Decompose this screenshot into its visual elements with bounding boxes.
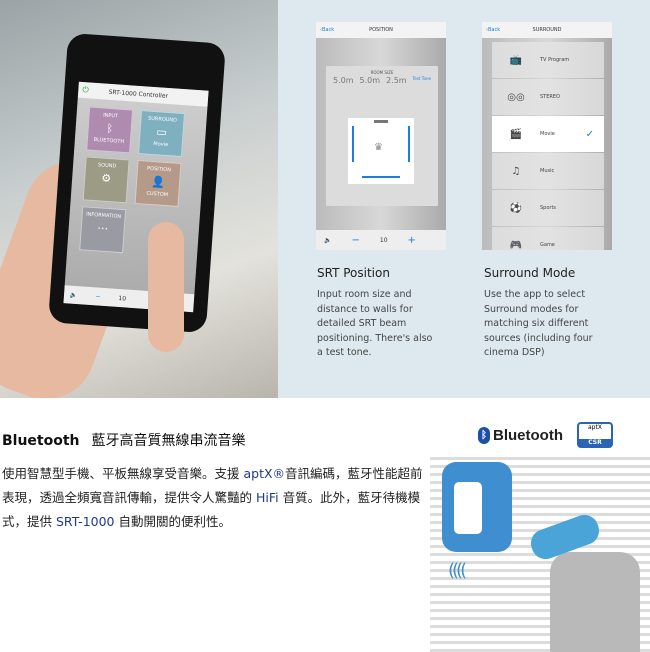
bluetooth-streaming-illustration: ((((	[430, 452, 650, 652]
caption-position: SRT Position Input room size and distanc…	[317, 266, 437, 361]
caption-title: Surround Mode	[484, 266, 576, 280]
volume-up-button[interactable]: +	[408, 235, 416, 246]
tv-icon: 📺	[509, 54, 523, 66]
clapper-icon: ▭	[155, 125, 168, 139]
gear-speaker-icon: ⚙	[100, 171, 112, 186]
mode-stereo[interactable]: ◎◎ STEREO	[492, 79, 604, 115]
screen-title: SURROUND	[532, 27, 562, 33]
section-title: Bluetooth 藍牙高音質無線串流音樂	[2, 433, 246, 449]
soccer-ball-icon: ⚽	[509, 202, 523, 214]
bluetooth-logo: ᛒ Bluetooth	[478, 426, 563, 444]
room-size-panel: ROOM SIZE 5.0m 5.0m 2.5m Test Tone ♛	[326, 66, 438, 206]
power-icon[interactable]: ⏻	[82, 85, 89, 95]
caption-surround: Surround Mode Use the app to select Surr…	[484, 266, 604, 361]
app-title: SRT-1000 Controller	[108, 88, 169, 100]
mode-sports[interactable]: ⚽ Sports	[492, 190, 604, 226]
screen-title: POSITION	[369, 27, 393, 33]
bluetooth-icon: ᛒ	[105, 121, 114, 136]
listener-icon: ♛	[374, 142, 383, 153]
back-button[interactable]: ‹Back	[320, 27, 360, 33]
section-body: 使用智慧型手機、平板無線享受音樂。支援 aptX®音訊編碼，藍牙性能超前表現，透…	[2, 466, 423, 529]
mode-game[interactable]: 🎮 Game	[492, 227, 604, 250]
finger	[148, 222, 184, 352]
caption-text: Use the app to select Surround modes for…	[484, 289, 593, 358]
logos: ᛒ Bluetooth aptX CSR	[478, 422, 613, 448]
speaker-icon: 🔈	[69, 291, 78, 299]
volume-down-button[interactable]: −	[351, 235, 359, 246]
speakers-icon: ◎◎	[507, 91, 525, 103]
room-height[interactable]: 2.5m	[386, 76, 407, 85]
volume-down-button[interactable]: −	[95, 293, 101, 300]
room-diagram[interactable]: ♛	[348, 118, 414, 184]
signal-waves-icon: ((((	[448, 560, 467, 581]
room-depth[interactable]: 5.0m	[360, 76, 381, 85]
mode-movie[interactable]: 🎬 Movie ✓	[492, 116, 604, 152]
tile-position[interactable]: POSITION 👤 CUSTOM	[134, 159, 182, 207]
gamepad-icon: 🎮	[509, 239, 523, 251]
bluetooth-icon: ᛒ	[478, 426, 490, 444]
caption-text: Input room size and distance to walls fo…	[317, 289, 433, 358]
music-icon: ♫	[511, 165, 521, 177]
hand-holding-phone-photo: ⏻ SRT-1000 Controller INPUT ᛒ BLUETOOTH SUR…	[0, 0, 278, 398]
mode-tv-program[interactable]: 📺 TV Program	[492, 42, 604, 78]
back-button[interactable]: ‹Back	[486, 27, 526, 33]
test-tone-button[interactable]: Test Tone	[413, 76, 431, 85]
tile-sound[interactable]: SOUND ⚙	[82, 156, 130, 204]
surround-screen: ‹Back SURROUND 📺 TV Program ◎◎ STEREO 🎬 Movi…	[482, 22, 612, 250]
app-feature-banner: ⏻ SRT-1000 Controller INPUT ᛒ BLUETOOTH SUR…	[0, 0, 650, 398]
room-width[interactable]: 5.0m	[333, 76, 354, 85]
tile-information[interactable]: INFORMATION ⋯	[79, 206, 127, 254]
aptx-logo: aptX CSR	[576, 422, 613, 448]
smartphone-icon	[454, 482, 482, 534]
volume-value: 10	[118, 294, 127, 303]
caption-title: SRT Position	[317, 266, 390, 280]
speaker-icon: 🔈	[324, 236, 332, 244]
position-screen: ‹Back POSITION ROOM SIZE 5.0m 5.0m 2.5m T…	[316, 22, 446, 250]
tile-surround[interactable]: SURROUND ▭ Movie	[138, 110, 185, 158]
tile-input[interactable]: INPUT ᛒ BLUETOOTH	[86, 106, 134, 154]
armchair	[550, 552, 640, 652]
person-icon: 👤	[150, 175, 166, 189]
clapper-icon: 🎬	[509, 128, 523, 140]
phone-screen: ⏻ SRT-1000 Controller INPUT ᛒ BLUETOOTH SUR…	[63, 81, 209, 313]
check-icon: ✓	[585, 128, 594, 140]
mode-music[interactable]: ♫ Music	[492, 153, 604, 189]
dots-icon: ⋯	[96, 221, 109, 236]
volume-value: 10	[379, 236, 388, 244]
phone: ⏻ SRT-1000 Controller INPUT ᛒ BLUETOOTH SUR…	[48, 32, 226, 334]
